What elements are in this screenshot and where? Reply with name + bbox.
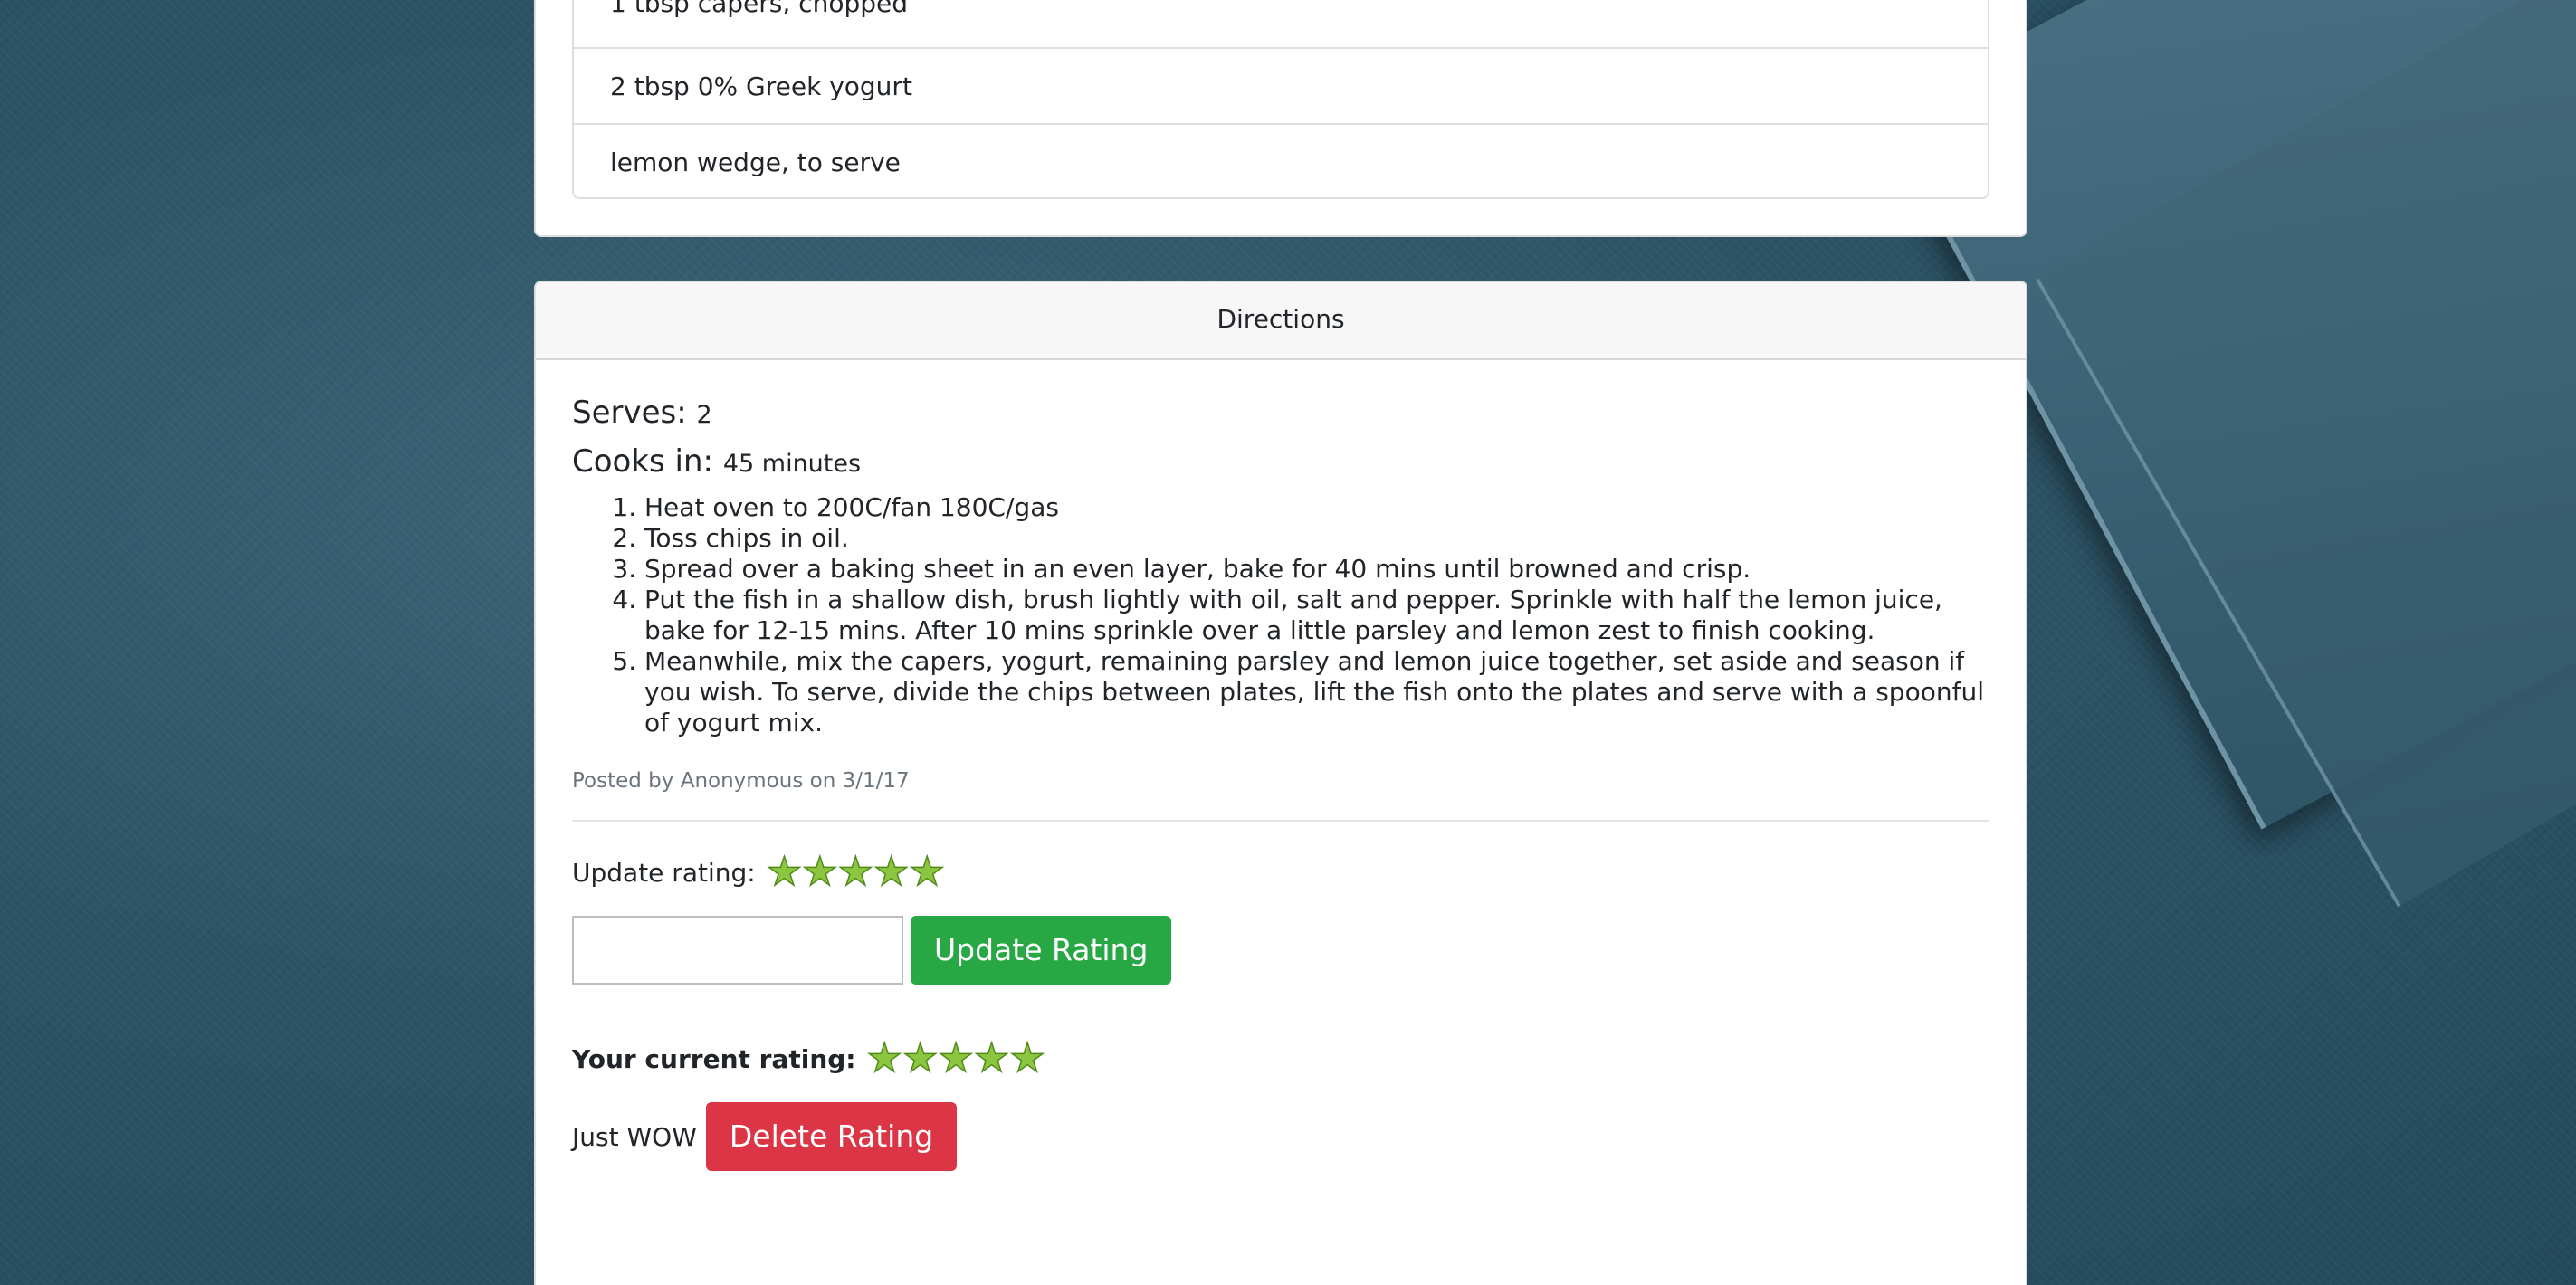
star-icon[interactable]: ★ (909, 852, 946, 893)
delete-rating-button[interactable]: Delete Rating (705, 1102, 958, 1171)
serves-line: Serves: 2 (572, 395, 1989, 431)
current-rating-label: Your current rating: (572, 1043, 856, 1074)
direction-step: Toss chips in oil. (644, 523, 1989, 554)
update-rating-row: Update rating: ★ ★ ★ ★ ★ (572, 852, 1989, 893)
divider (572, 820, 1989, 822)
serves-value: 2 (696, 401, 712, 429)
update-rating-label: Update rating: (572, 857, 756, 888)
serves-label: Serves: (572, 395, 687, 431)
star-icon: ★ (938, 1035, 975, 1081)
update-rating-form: Update Rating (572, 916, 1989, 985)
star-icon: ★ (866, 1035, 903, 1081)
ingredients-card: 1 tbsp capers, chopped 2 tbsp 0% Greek y… (534, 0, 2027, 237)
directions-body: Serves: 2 Cooks in: 45 minutes Heat oven… (536, 360, 2026, 1171)
directions-header: Directions (536, 282, 2026, 360)
star-icon[interactable]: ★ (766, 852, 803, 893)
star-icon: ★ (973, 1035, 1010, 1081)
direction-step: Spread over a baking sheet in an even la… (644, 554, 1989, 585)
directions-steps: Heat oven to 200C/fan 180C/gas Toss chip… (572, 492, 1989, 738)
rating-comment-row: Just WOW Delete Rating (572, 1102, 1989, 1171)
direction-step: Meanwhile, mix the capers, yogurt, remai… (644, 646, 1989, 738)
update-rating-button[interactable]: Update Rating (911, 916, 1172, 985)
direction-step: Put the fish in a shallow dish, brush li… (644, 585, 1989, 646)
posted-by: Posted by Anonymous on 3/1/17 (572, 769, 910, 793)
list-item: lemon wedge, to serve (574, 123, 1988, 199)
list-item: 2 tbsp 0% Greek yogurt (574, 47, 1988, 123)
current-rating-row: Your current rating: ★ ★ ★ ★ ★ (572, 1035, 1989, 1081)
star-icon[interactable]: ★ (873, 852, 910, 893)
list-item: 1 tbsp capers, chopped (610, 0, 908, 18)
cooks-in-value: 45 minutes (722, 450, 862, 478)
ingredients-list: 1 tbsp capers, chopped 2 tbsp 0% Greek y… (572, 0, 1989, 199)
star-icon[interactable]: ★ (837, 852, 874, 893)
current-rating-stars: ★ ★ ★ ★ ★ (866, 1035, 1046, 1081)
star-icon: ★ (902, 1035, 939, 1081)
star-icon[interactable]: ★ (801, 852, 838, 893)
directions-card: Directions Serves: 2 Cooks in: 45 minute… (534, 281, 2027, 1285)
rating-comment-text: Just WOW (572, 1121, 697, 1152)
direction-step: Heat oven to 200C/fan 180C/gas (644, 492, 1989, 523)
rating-comment-input[interactable] (572, 916, 903, 985)
star-icon: ★ (1009, 1035, 1046, 1081)
cooks-in-line: Cooks in: 45 minutes (572, 443, 1989, 480)
cooks-in-label: Cooks in: (572, 443, 714, 480)
update-rating-stars[interactable]: ★ ★ ★ ★ ★ (766, 852, 946, 893)
